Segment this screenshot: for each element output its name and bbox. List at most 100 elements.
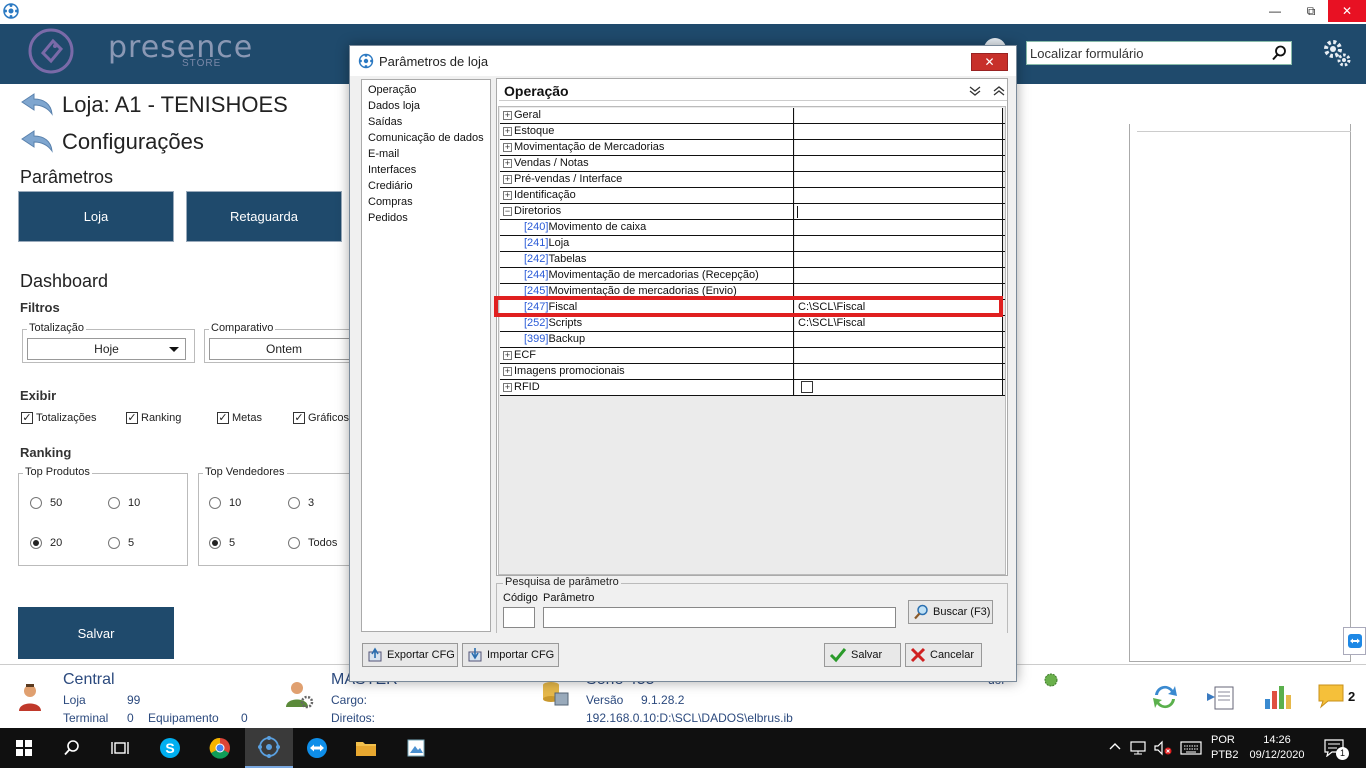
cancelar-button[interactable]: Cancelar <box>905 643 982 667</box>
dialog-salvar-button[interactable]: Salvar <box>824 643 901 667</box>
chevron-down-double-icon[interactable] <box>969 86 981 96</box>
expand-icon[interactable]: + <box>503 367 512 376</box>
param-value-cell[interactable] <box>795 236 1003 251</box>
taskbar-chrome[interactable] <box>196 728 244 768</box>
chevron-up-double-icon[interactable] <box>993 86 1005 96</box>
param-name-cell[interactable]: + Imagens promocionais <box>500 364 794 379</box>
menu-item-comunicacao[interactable]: Comunicação de dados <box>368 132 484 144</box>
menu-item-operacao[interactable]: Operação <box>368 84 416 96</box>
teamviewer-icon[interactable] <box>306 737 328 759</box>
search-icon[interactable] <box>1267 42 1291 64</box>
back-arrow-icon[interactable] <box>20 92 54 118</box>
dialog-close-button[interactable]: ✕ <box>971 53 1008 71</box>
close-icon[interactable]: ✕ <box>984 55 994 69</box>
chevron-down-icon[interactable] <box>169 347 179 352</box>
param-name-cell[interactable]: + ECF <box>500 348 794 363</box>
table-row[interactable]: + Movimentação de Mercadorias <box>500 140 1005 156</box>
checkbox-totalizacoes[interactable]: ✓ Totalizações <box>21 412 97 424</box>
check-icon[interactable]: ✓ <box>217 412 229 424</box>
check-icon[interactable]: ✓ <box>293 412 305 424</box>
chart-icon[interactable] <box>1261 681 1293 713</box>
table-row[interactable]: + RFID <box>500 380 1005 396</box>
table-row[interactable]: + Imagens promocionais <box>500 364 1005 380</box>
volume-muted-icon[interactable] <box>1154 740 1172 756</box>
table-row[interactable]: − Diretorios <box>500 204 1005 220</box>
radio-vendedores-5[interactable]: 5 <box>209 537 235 549</box>
check-icon[interactable]: ✓ <box>126 412 138 424</box>
param-value-cell[interactable] <box>795 252 1003 267</box>
retaguarda-button[interactable]: Retaguarda <box>186 191 342 242</box>
search-box[interactable] <box>1026 41 1292 65</box>
windows-icon[interactable] <box>16 740 32 756</box>
parametro-input[interactable] <box>543 607 896 628</box>
param-value-cell[interactable] <box>795 156 1003 171</box>
table-row[interactable]: + Vendas / Notas <box>500 156 1005 172</box>
minimize-button[interactable]: — <box>1260 0 1290 22</box>
menu-item-email[interactable]: E-mail <box>368 148 399 160</box>
param-value-cell[interactable]: C:\SCL\Fiscal <box>795 316 1003 331</box>
param-name-cell[interactable]: + Geral <box>500 108 794 123</box>
search-input[interactable] <box>1027 43 1267 63</box>
menu-item-interfaces[interactable]: Interfaces <box>368 164 416 176</box>
param-value-cell[interactable] <box>795 332 1003 347</box>
table-row[interactable]: [399]Backup <box>500 332 1005 348</box>
paint-icon[interactable] <box>406 738 426 758</box>
loja-button[interactable]: Loja <box>18 191 174 242</box>
param-value-cell[interactable] <box>795 380 1003 395</box>
search-icon[interactable] <box>63 739 81 757</box>
presence-app-icon[interactable] <box>257 735 281 759</box>
taskbar-skype[interactable]: S <box>146 728 194 768</box>
folder-icon[interactable] <box>355 739 377 757</box>
codigo-input[interactable] <box>503 607 535 628</box>
radio-vendedores-3[interactable]: 3 <box>288 497 314 509</box>
table-row[interactable]: [242]Tabelas <box>500 252 1005 268</box>
close-window-button[interactable]: ✕ <box>1328 0 1366 22</box>
checkbox-ranking[interactable]: ✓ Ranking <box>126 412 181 424</box>
param-name-cell[interactable]: [399]Backup <box>500 332 794 347</box>
radio-produtos-20[interactable]: 20 <box>30 537 62 549</box>
taskbar-search-button[interactable] <box>48 728 96 768</box>
param-value-cell[interactable] <box>795 188 1003 203</box>
menu-item-crediario[interactable]: Crediário <box>368 180 413 192</box>
task-view-button[interactable] <box>96 728 144 768</box>
taskbar-teamviewer[interactable] <box>293 728 341 768</box>
expand-icon[interactable]: + <box>503 159 512 168</box>
buscar-button[interactable]: Buscar (F3) <box>908 600 993 624</box>
param-name-cell[interactable]: + Vendas / Notas <box>500 156 794 171</box>
skype-icon[interactable]: S <box>159 737 181 759</box>
expand-icon[interactable]: + <box>503 175 512 184</box>
menu-item-compras[interactable]: Compras <box>368 196 413 208</box>
param-name-cell[interactable]: − Diretorios <box>500 204 794 219</box>
chrome-icon[interactable] <box>209 737 231 759</box>
param-name-cell[interactable]: + Identificação <box>500 188 794 203</box>
teamviewer-side-icon[interactable] <box>1343 627 1366 655</box>
check-icon[interactable]: ✓ <box>21 412 33 424</box>
table-row[interactable]: + Geral <box>500 108 1005 124</box>
param-name-cell[interactable]: + Movimentação de Mercadorias <box>500 140 794 155</box>
back-loja-row[interactable]: Loja: A1 - TENISHOES <box>20 92 288 118</box>
param-name-cell[interactable]: [242]Tabelas <box>500 252 794 267</box>
expand-icon[interactable]: + <box>503 127 512 136</box>
forms-icon[interactable] <box>1205 681 1237 713</box>
radio-produtos-10[interactable]: 10 <box>108 497 140 509</box>
param-name-cell[interactable]: + RFID <box>500 380 794 395</box>
table-row[interactable]: [241]Loja <box>500 236 1005 252</box>
param-name-cell[interactable]: [240]Movimento de caixa <box>500 220 794 235</box>
param-value-cell[interactable] <box>795 140 1003 155</box>
taskbar-paint[interactable] <box>392 728 440 768</box>
param-name-cell[interactable]: + Pré-vendas / Interface <box>500 172 794 187</box>
menu-item-pedidos[interactable]: Pedidos <box>368 212 408 224</box>
table-row[interactable]: + Estoque <box>500 124 1005 140</box>
keyboard-icon[interactable] <box>1180 741 1202 755</box>
checkbox-metas[interactable]: ✓ Metas <box>217 412 262 424</box>
checkbox-graficos[interactable]: ✓ Gráficos <box>293 412 349 424</box>
expand-icon[interactable]: + <box>503 383 512 392</box>
param-value-cell[interactable] <box>795 172 1003 187</box>
menu-item-dados-loja[interactable]: Dados loja <box>368 100 420 112</box>
collapse-icon[interactable]: − <box>503 207 512 216</box>
param-name-cell[interactable]: [244]Movimentação de mercadorias (Recepç… <box>500 268 794 283</box>
param-value-cell[interactable] <box>795 204 1003 219</box>
taskbar-presence[interactable] <box>245 728 293 768</box>
tray-clock[interactable]: 14:26 09/12/2020 <box>1245 733 1309 763</box>
gear-icon[interactable] <box>1320 36 1354 70</box>
